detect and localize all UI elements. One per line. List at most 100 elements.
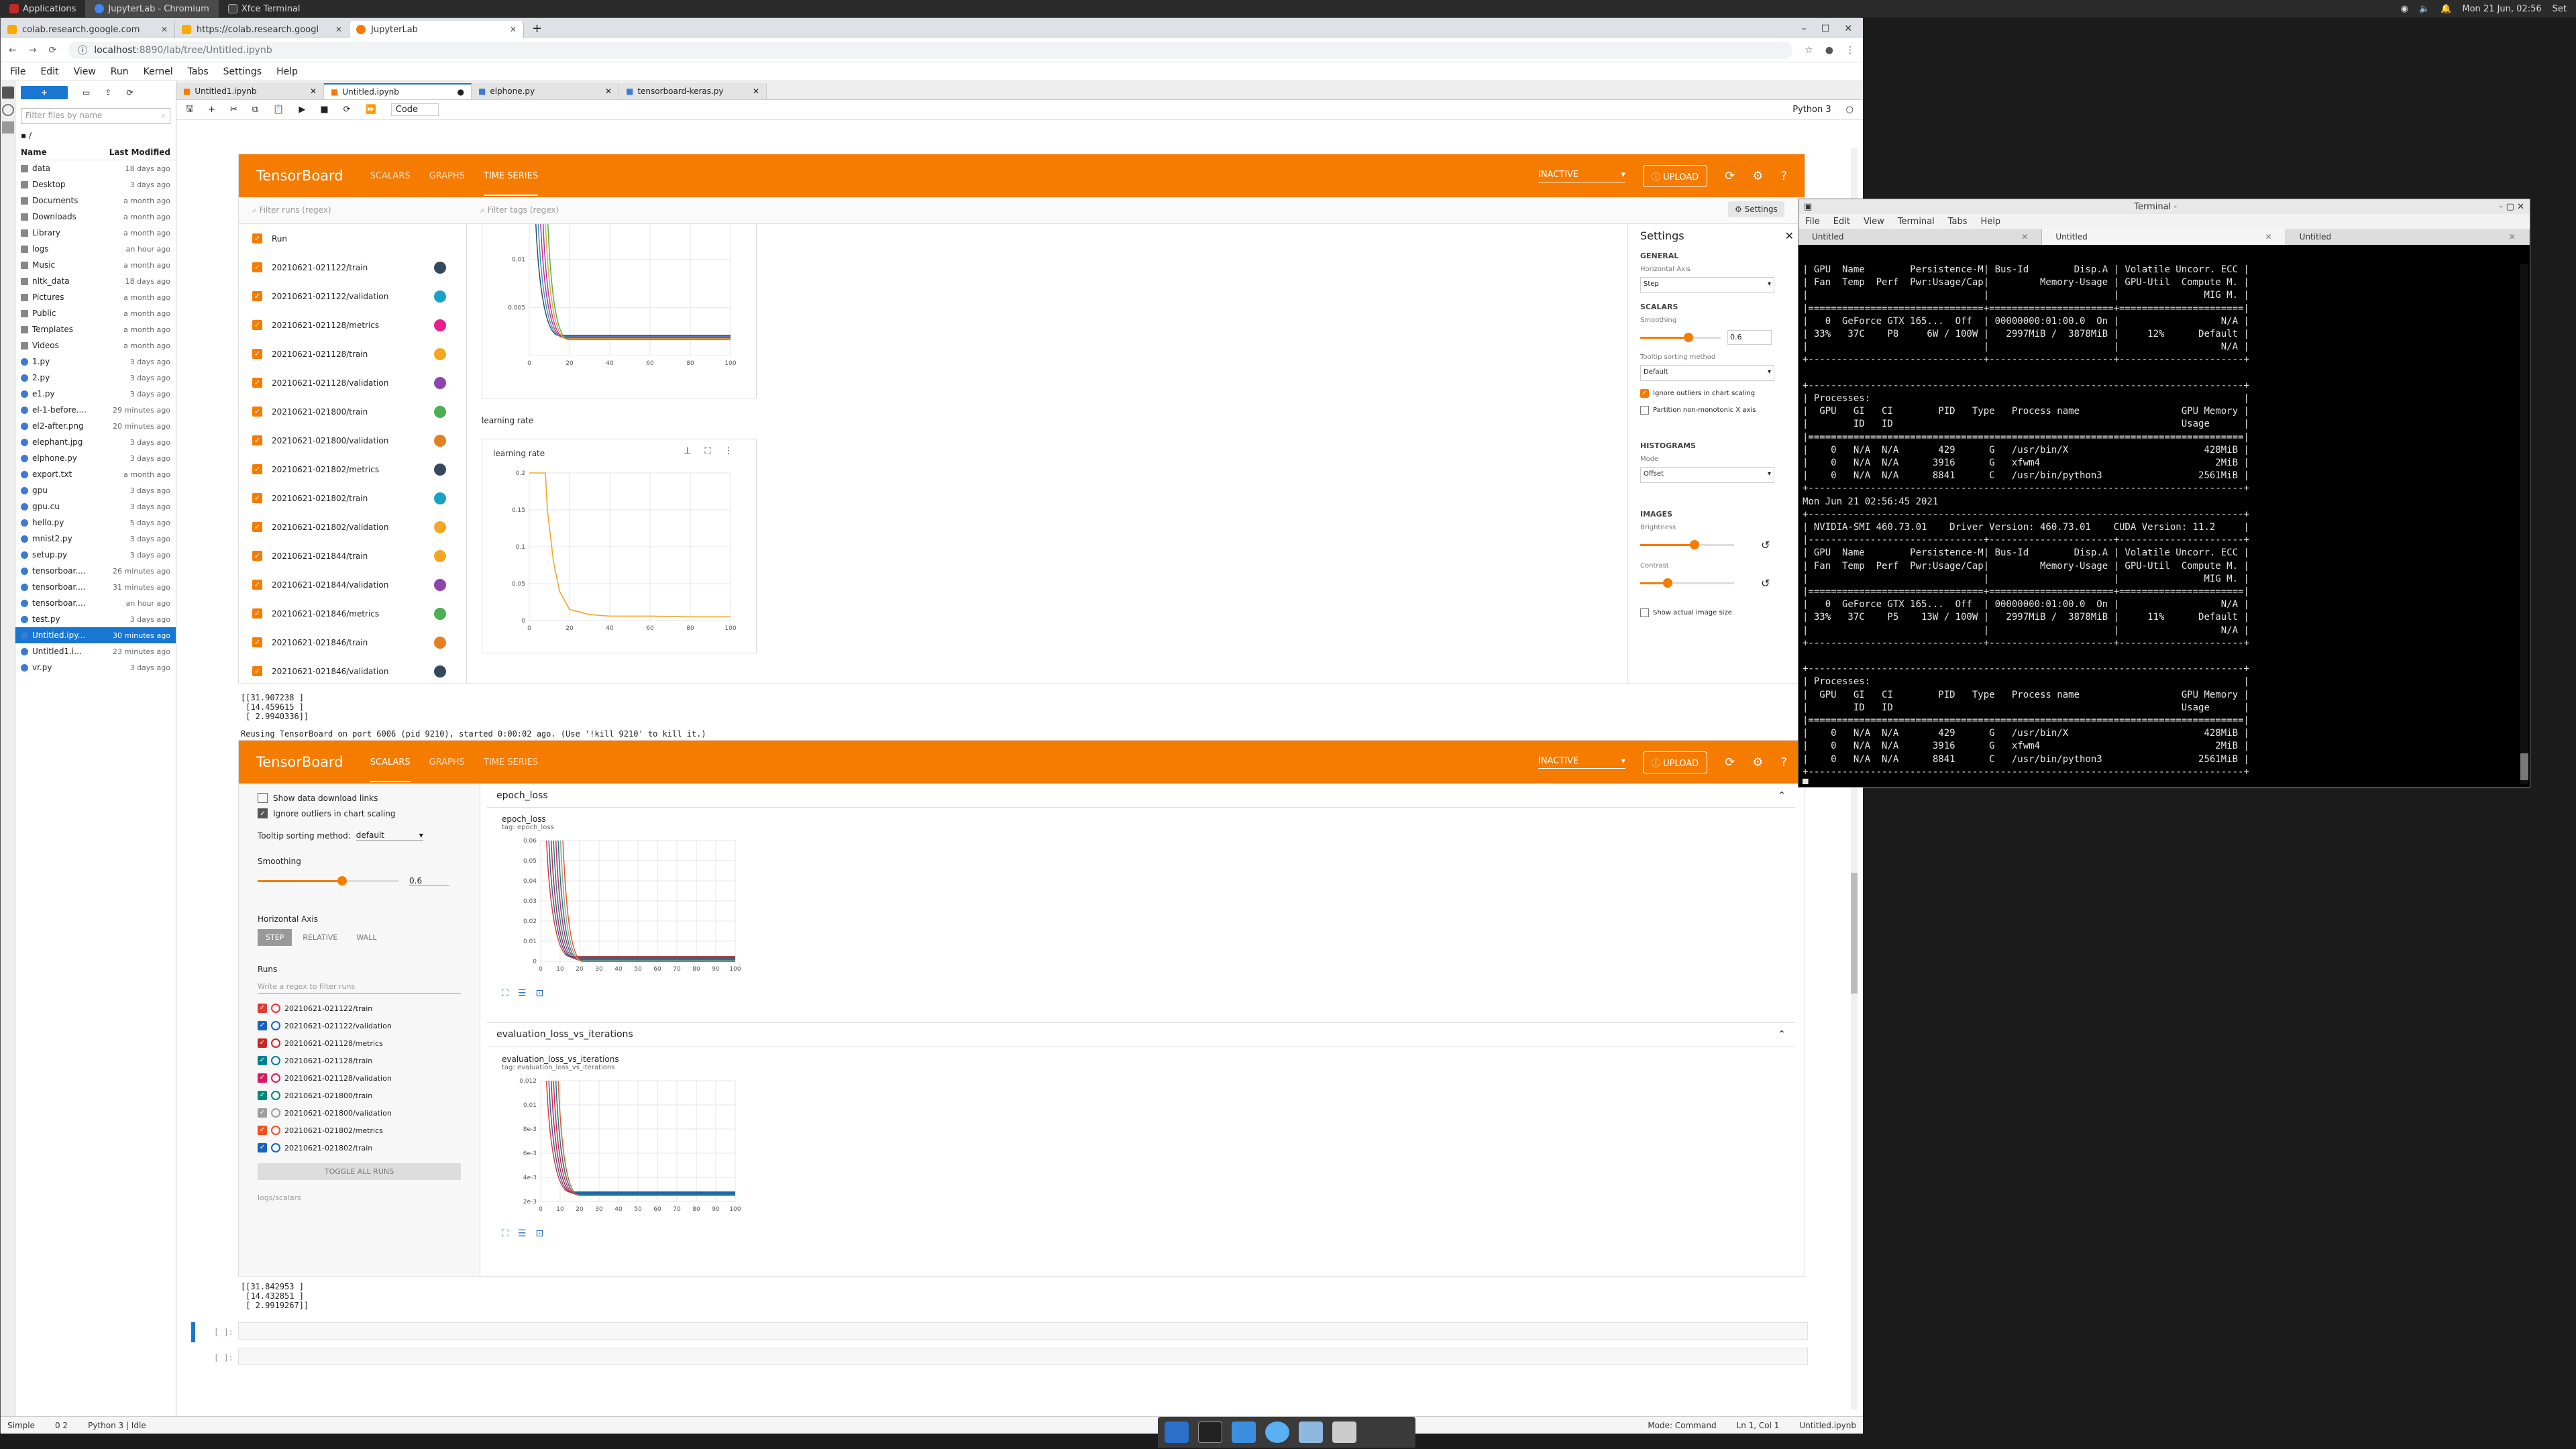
insert-cell-icon[interactable]: + xyxy=(208,105,215,115)
more-icon[interactable]: ⋮ xyxy=(724,446,733,456)
terminal-menu-file[interactable]: File xyxy=(1805,217,1820,227)
run-color-swatch[interactable] xyxy=(434,521,446,533)
taskbar-chromium[interactable]: JupyterLab - Chromium xyxy=(85,0,219,17)
save-icon[interactable]: 🖫 xyxy=(186,103,193,117)
list-icon[interactable]: ☰ xyxy=(518,1228,527,1239)
fast-forward-icon[interactable]: ⏩ xyxy=(366,105,376,115)
runs-filter-input[interactable]: Write a regex to filter runs xyxy=(258,982,461,994)
file-row[interactable]: e1.py 3 days ago xyxy=(15,386,176,402)
inactive-dropdown[interactable]: INACTIVE ▾ xyxy=(1538,756,1625,769)
axis-relative-button[interactable]: RELATIVE xyxy=(294,929,345,946)
upload-button[interactable]: ⓘ UPLOAD xyxy=(1643,164,1708,187)
run-checkbox[interactable]: ✓ xyxy=(252,608,262,619)
show-actual-size-checkbox[interactable] xyxy=(1640,608,1649,617)
run-color-swatch[interactable] xyxy=(434,665,446,678)
run-checkbox[interactable]: ✓ xyxy=(258,1073,267,1083)
browser-tab[interactable]: https://colab.research.googl ✕ xyxy=(175,21,350,38)
menu-file[interactable]: File xyxy=(10,66,25,77)
toggle-all-runs-button[interactable]: TOGGLE ALL RUNS xyxy=(258,1163,461,1180)
browser-tab-active[interactable]: JupyterLab ✕ xyxy=(350,21,524,38)
run-row[interactable]: ✓ 20210621-021800/validation xyxy=(239,426,466,455)
run-row[interactable]: ✓ 20210621-021844/train xyxy=(239,541,466,570)
run-icon[interactable]: ▶ xyxy=(299,105,305,115)
refresh-icon[interactable]: ⟳ xyxy=(126,88,133,97)
filter-runs-input[interactable]: ⌕ Filter runs (regex) xyxy=(252,205,331,215)
smoothing-input[interactable]: 0.6 xyxy=(409,876,449,886)
search-launcher-icon[interactable] xyxy=(1299,1421,1323,1443)
run-row[interactable]: ✓ 20210621-021802/validation xyxy=(239,513,466,541)
menu-run[interactable]: Run xyxy=(111,66,129,77)
doc-tab-active[interactable]: ■ Untitled.ipynb ● xyxy=(324,83,472,99)
simple-mode-toggle[interactable]: Simple xyxy=(7,1421,35,1430)
forward-icon[interactable]: → xyxy=(29,45,37,56)
refresh-icon[interactable]: ⟳ xyxy=(1725,755,1735,769)
run-color-swatch[interactable] xyxy=(434,261,446,274)
tab-time-series[interactable]: TIME SERIES xyxy=(484,757,538,767)
volume-icon[interactable]: 🔈 xyxy=(2419,4,2430,14)
file-row[interactable]: setup.py 3 days ago xyxy=(15,547,176,563)
file-row[interactable]: data 18 days ago xyxy=(15,160,176,176)
file-row[interactable]: test.py 3 days ago xyxy=(15,611,176,627)
new-folder-icon[interactable]: ▭ xyxy=(83,88,90,97)
run-checkbox[interactable]: ✓ xyxy=(252,493,262,503)
list-icon[interactable]: ☰ xyxy=(518,988,527,999)
file-row[interactable]: tensorboar.... an hour ago xyxy=(15,595,176,611)
cut-icon[interactable]: ✂ xyxy=(230,105,237,115)
run-row[interactable]: ✓ 20210621-021122/train xyxy=(258,1000,461,1017)
file-row[interactable]: tensorboar.... 31 minutes ago xyxy=(15,579,176,595)
inactive-dropdown[interactable]: INACTIVE ▾ xyxy=(1538,170,1625,182)
help-icon[interactable]: ? xyxy=(1780,755,1787,769)
file-row[interactable]: Public a month ago xyxy=(15,305,176,321)
smoothing-slider[interactable] xyxy=(258,874,398,888)
file-row[interactable]: Pictures a month ago xyxy=(15,289,176,305)
kernel-name[interactable]: Python 3 xyxy=(1792,105,1831,115)
doc-tab[interactable]: ■ Untitled1.ipynb ✕ xyxy=(176,83,324,99)
run-checkbox[interactable]: ✓ xyxy=(258,1091,267,1100)
run-row[interactable]: ✓ 20210621-021122/validation xyxy=(258,1017,461,1034)
run-row[interactable]: ✓ 20210621-021800/train xyxy=(239,397,466,426)
unsaved-dot-icon[interactable]: ● xyxy=(458,87,464,97)
new-launcher-button[interactable]: + xyxy=(21,86,68,99)
fit-domain-icon[interactable]: ⊡ xyxy=(535,988,543,999)
browser-menu-icon[interactable]: ⋮ xyxy=(1845,45,1855,56)
folder-launcher-icon[interactable] xyxy=(1332,1421,1356,1443)
network-icon[interactable]: ◉ xyxy=(2401,4,2408,14)
new-tab-button[interactable]: + xyxy=(524,21,550,38)
upload-icon[interactable]: ⇪ xyxy=(105,88,111,97)
run-checkbox[interactable]: ✓ xyxy=(252,522,262,532)
pin-icon[interactable]: ⊥ xyxy=(684,446,691,456)
menu-edit[interactable]: Edit xyxy=(40,66,58,77)
scrollbar-thumb[interactable] xyxy=(2520,753,2528,780)
run-row[interactable]: ✓ 20210621-021846/train xyxy=(239,628,466,657)
upload-button[interactable]: ⓘ UPLOAD xyxy=(1643,751,1708,773)
user-label[interactable]: Set xyxy=(2553,4,2567,14)
filter-tags-input[interactable]: ⌕ Filter tags (regex) xyxy=(480,205,559,215)
tab-graphs[interactable]: GRAPHS xyxy=(429,171,465,181)
gear-icon[interactable]: ⚙ xyxy=(1752,755,1763,769)
back-icon[interactable]: ← xyxy=(9,45,17,56)
profile-icon[interactable]: ● xyxy=(1825,45,1833,56)
file-row[interactable]: Library a month ago xyxy=(15,225,176,241)
run-checkbox[interactable]: ✓ xyxy=(258,1143,267,1152)
run-checkbox[interactable]: ✓ xyxy=(252,464,262,474)
run-row[interactable]: ✓ 20210621-021802/train xyxy=(239,484,466,513)
fullscreen-icon[interactable]: ⛶ xyxy=(502,1228,508,1239)
contrast-slider[interactable] xyxy=(1640,576,1734,590)
run-row[interactable]: ✓ 20210621-021122/train xyxy=(239,253,466,282)
slider-knob[interactable] xyxy=(1690,540,1699,549)
close-icon[interactable]: ✕ xyxy=(605,87,612,96)
paste-icon[interactable]: 📋 xyxy=(273,105,284,115)
run-row[interactable]: ✓ 20210621-021802/metrics xyxy=(239,455,466,484)
smoothing-slider[interactable] xyxy=(1640,331,1721,344)
column-last-modified[interactable]: Last Modified xyxy=(109,148,170,158)
settings-button[interactable]: ⚙ Settings xyxy=(1728,201,1784,217)
taskbar-terminal[interactable]: Xfce Terminal xyxy=(219,0,310,17)
run-checkbox[interactable]: ✓ xyxy=(252,378,262,388)
doc-tab[interactable]: ■ elphone.py ✕ xyxy=(472,83,619,99)
run-row[interactable]: ✓ 20210621-021128/train xyxy=(258,1052,461,1069)
kernel-state[interactable]: Python 3 | Idle xyxy=(88,1421,146,1430)
file-row[interactable]: vr.py 3 days ago xyxy=(15,659,176,676)
doc-tab[interactable]: ■ tensorboard-keras.py ✕ xyxy=(619,83,767,99)
file-filter-input[interactable]: Filter files by name ⌕ xyxy=(21,108,170,124)
tooltip-select[interactable]: default ▾ xyxy=(356,830,423,841)
